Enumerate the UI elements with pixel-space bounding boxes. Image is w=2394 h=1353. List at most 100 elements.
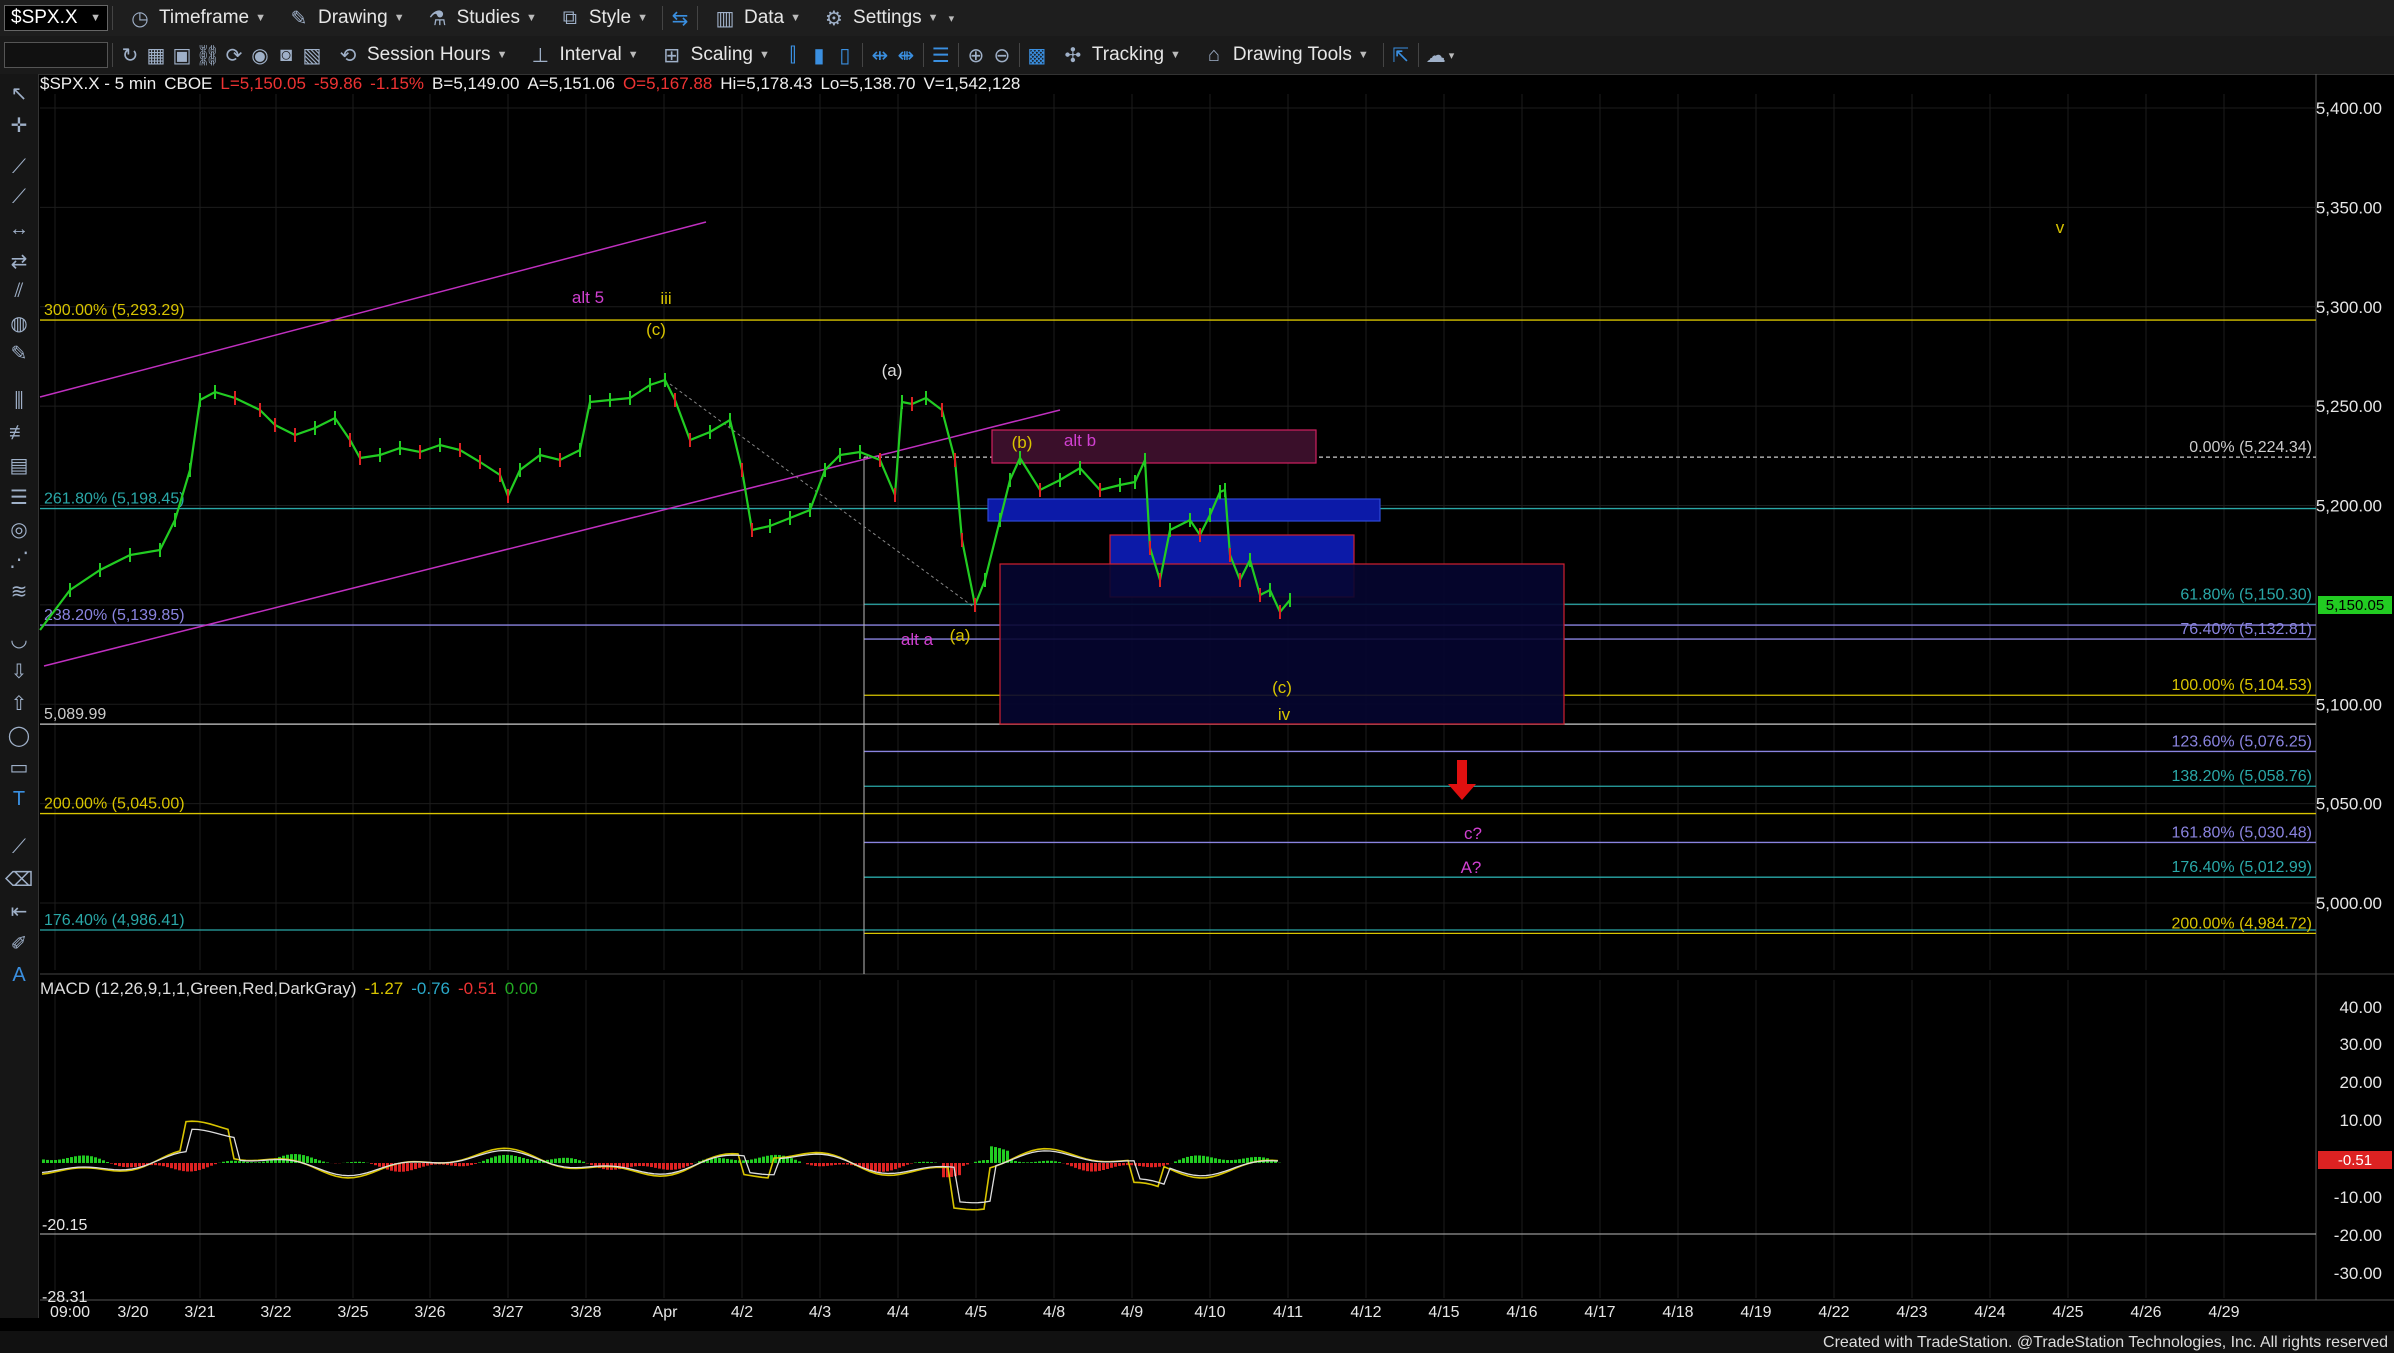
macd-histogram-bar [898, 1163, 901, 1168]
macd-histogram-bar [238, 1161, 241, 1163]
macd-histogram-bar [86, 1155, 89, 1163]
macd-axis-tick: -30.00 [2334, 1264, 2382, 1283]
macd-histogram-bar [1058, 1162, 1061, 1163]
macd-histogram-bar [826, 1163, 829, 1166]
macd-histogram-bar [210, 1163, 213, 1166]
high-price: Hi=5,178.43 [720, 74, 813, 93]
fib-level-label: 176.40% (5,012.99) [2171, 859, 2312, 876]
time-axis-label: 3/26 [414, 1304, 445, 1321]
time-axis-label: 4/17 [1584, 1304, 1615, 1321]
macd-histogram-bar [206, 1163, 209, 1168]
macd-histogram-bar [182, 1163, 185, 1172]
macd-histogram-bar [762, 1156, 765, 1163]
macd-histogram-bar [1142, 1163, 1145, 1167]
macd-histogram-bar [1066, 1163, 1069, 1165]
macd-histogram-bar [1078, 1163, 1081, 1170]
macd-histogram-bar [838, 1163, 841, 1165]
macd-histogram-bar [322, 1161, 325, 1163]
macd-histogram-bar [718, 1157, 721, 1163]
macd-histogram-bar [290, 1154, 293, 1163]
macd-histogram-bar [254, 1162, 257, 1163]
macd-histogram-bar [138, 1163, 141, 1167]
bid-price: B=5,149.00 [432, 74, 520, 93]
macd-current-tag: -0.51 [2318, 1151, 2392, 1169]
macd-histogram-bar [690, 1163, 693, 1165]
macd-histogram-bar [986, 1160, 989, 1163]
macd-histogram-bar [410, 1163, 413, 1171]
macd-histogram-bar [1206, 1156, 1209, 1163]
macd-histogram-bar [350, 1162, 353, 1163]
macd-histogram-bar [1222, 1159, 1225, 1163]
macd-histogram-bar [998, 1148, 1001, 1163]
macd-histogram-bar [974, 1161, 977, 1163]
macd-histogram-bar [806, 1163, 809, 1165]
macd-histogram-bar [262, 1161, 265, 1163]
time-axis-label: 4/22 [1818, 1304, 1849, 1321]
wave-label: iii [660, 289, 671, 308]
macd-histogram-bar [1130, 1163, 1133, 1166]
macd-histogram-bar [566, 1157, 569, 1163]
time-axis-label: 4/8 [1043, 1304, 1065, 1321]
macd-histogram-bar [906, 1163, 909, 1165]
wave-label: alt 5 [572, 288, 604, 307]
macd-histogram-bar [506, 1154, 509, 1163]
macd-histogram-bar [478, 1162, 481, 1163]
macd-histogram-bar [1086, 1163, 1089, 1172]
exchange: CBOE [164, 74, 213, 93]
wave-label: (a) [950, 626, 971, 645]
macd-histogram-bar [90, 1156, 93, 1163]
time-axis-label: 3/28 [570, 1304, 601, 1321]
wave-label: alt a [901, 630, 934, 649]
time-axis-label: 4/16 [1506, 1304, 1537, 1321]
time-axis-label: 3/27 [492, 1304, 523, 1321]
macd-histogram-bar [502, 1154, 505, 1163]
macd-histogram-bar [98, 1158, 101, 1163]
price-axis-tick: 5,250.00 [2316, 397, 2382, 416]
target-box-blue [987, 498, 1381, 522]
macd-histogram-bar [46, 1159, 49, 1163]
macd-histogram-bar [662, 1163, 665, 1170]
macd-histogram-bar [1054, 1161, 1057, 1163]
macd-histogram-bar [74, 1156, 77, 1163]
macd-histogram-bar [194, 1163, 197, 1171]
macd-histogram-bar [530, 1159, 533, 1163]
time-axis-label: 4/11 [1273, 1304, 1303, 1321]
macd-histogram-bar [1090, 1163, 1093, 1172]
macd-histogram-bar [634, 1163, 637, 1167]
fib-level-label: 261.80% (5,198.45) [44, 491, 185, 508]
macd-histogram-bar [242, 1161, 245, 1163]
macd-histogram-bar [630, 1163, 633, 1167]
macd-axis-tick: 30.00 [2339, 1035, 2382, 1054]
macd-histogram-bar [1050, 1160, 1053, 1163]
macd-histogram-bar [962, 1163, 965, 1166]
time-axis-label: 4/15 [1428, 1304, 1459, 1321]
macd-histogram-bar [1074, 1163, 1077, 1168]
macd-histogram-bar [66, 1157, 69, 1163]
price-chart[interactable]: 5,400.00 5,350.00 5,300.00 5,250.00 5,200.00… [0, 0, 2394, 1353]
macd-histogram-bar [886, 1163, 889, 1172]
macd-histogram-bar [926, 1161, 929, 1163]
macd-histogram-bar [198, 1163, 201, 1171]
fib-level-label: 300.00% (5,293.29) [44, 302, 185, 319]
target-box-large [999, 563, 1565, 725]
macd-histogram-bar [1114, 1163, 1117, 1167]
macd-histogram-bar [166, 1163, 169, 1168]
macd-histogram-bar [466, 1163, 469, 1166]
macd-histogram-bar [978, 1160, 981, 1163]
macd-histogram-bar [1026, 1162, 1029, 1163]
macd-histogram-bar [1178, 1159, 1181, 1163]
macd-histogram-bar [526, 1158, 529, 1163]
macd-histogram-bar [510, 1155, 513, 1163]
macd-signal: -0.76 [411, 979, 451, 998]
macd-histogram-bar [578, 1160, 581, 1163]
macd-histogram-bar [498, 1155, 501, 1163]
time-axis-label: 3/20 [117, 1304, 148, 1321]
time-axis-label: 4/24 [1974, 1304, 2005, 1321]
macd-histogram-bar [258, 1162, 261, 1163]
macd-histogram-bar [626, 1163, 629, 1168]
macd-histogram-bar [246, 1161, 249, 1163]
macd-histogram-bar [666, 1163, 669, 1170]
macd-histogram-bar [918, 1161, 921, 1163]
macd-histogram-bar [358, 1161, 361, 1163]
price-axis-tick: 5,350.00 [2316, 198, 2382, 217]
